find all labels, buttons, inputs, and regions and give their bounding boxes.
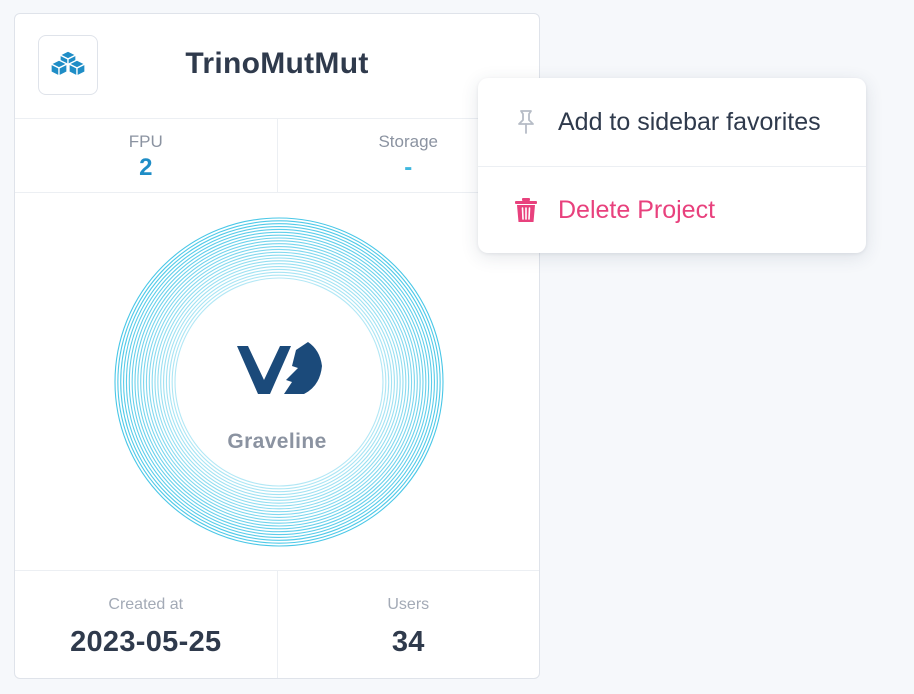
footer-value: 34 <box>391 626 425 658</box>
card-footer: Created at 2023-05-25 Users 34 <box>15 570 540 678</box>
menu-item-label: Add to sidebar favorites <box>558 107 821 136</box>
created-at-cell: Created at 2023-05-25 <box>15 570 277 678</box>
ovh-logo-icon <box>237 342 322 394</box>
stat-fpu: FPU 2 <box>15 118 277 192</box>
footer-value: 2023-05-25 <box>70 626 222 658</box>
add-to-favorites-menu-item[interactable]: Add to sidebar favorites <box>478 78 866 167</box>
card-header: TrinoMutMut <box>15 14 539 119</box>
project-title: TrinoMutMut <box>185 47 369 80</box>
region-name: Graveline <box>227 430 327 453</box>
users-cell: Users 34 <box>276 570 540 678</box>
stat-label: FPU <box>128 132 163 151</box>
stat-value: 2 <box>139 154 153 181</box>
context-menu: Add to sidebar favorites Delete Project <box>478 78 866 253</box>
trash-icon <box>512 196 540 224</box>
project-card[interactable]: TrinoMutMut FPU 2 Storage - Graveline Cr… <box>14 13 540 679</box>
footer-label: Created at <box>108 596 184 613</box>
delete-project-menu-item[interactable]: Delete Project <box>478 167 866 253</box>
region-visual: Graveline <box>15 192 539 571</box>
footer-label: Users <box>387 596 430 613</box>
stats-row: FPU 2 Storage - <box>15 118 539 193</box>
menu-item-label: Delete Project <box>558 195 716 224</box>
pin-icon <box>512 108 540 136</box>
